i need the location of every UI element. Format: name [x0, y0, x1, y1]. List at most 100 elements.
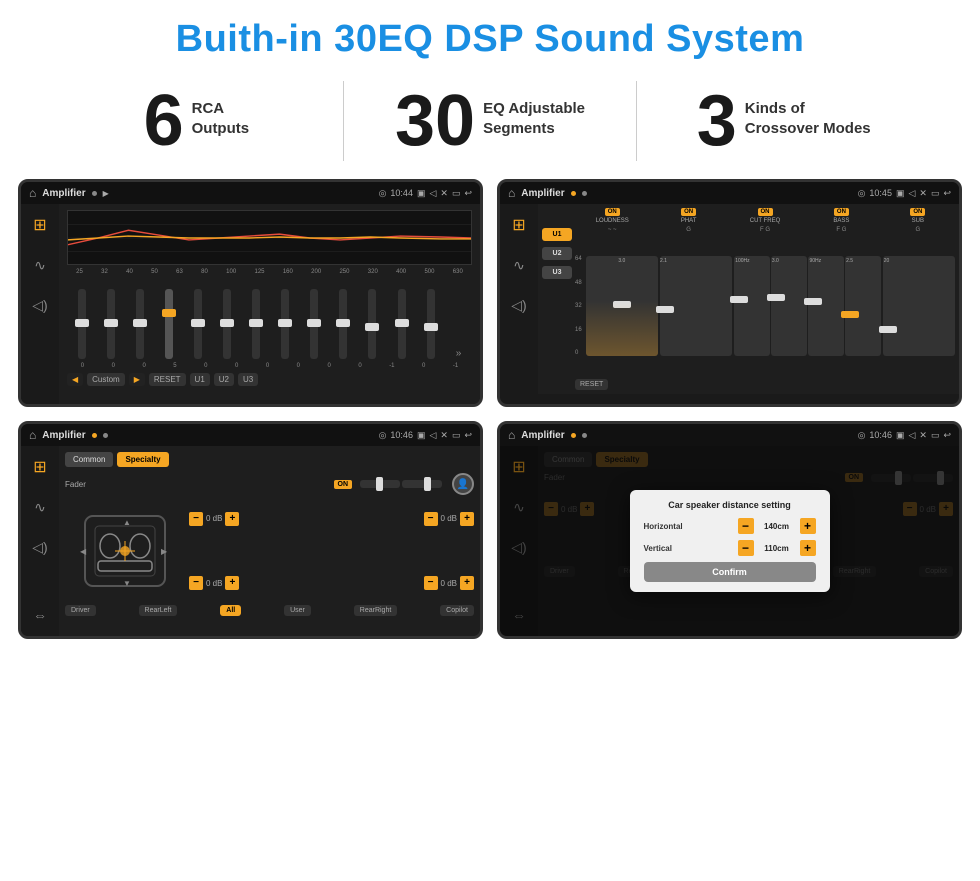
preset-u1-btn[interactable]: U1 [542, 228, 572, 241]
eq-slider-6[interactable] [223, 289, 231, 359]
vertical-value: 110cm [757, 544, 797, 553]
eq-speaker-icon[interactable]: ◁) [27, 292, 53, 318]
cutfreq-g-slider[interactable]: 3.0 [771, 256, 807, 356]
eq-slider-5[interactable] [194, 289, 202, 359]
cutfreq-channel: ON CUT FREQ F G [728, 208, 802, 233]
window-icon-4: ▭ [931, 430, 940, 441]
fader-time: 10:46 [390, 430, 413, 440]
fader-balance-icon[interactable]: ⇔ [27, 602, 53, 628]
speaker-distance-dialog: Car speaker distance setting Horizontal … [630, 490, 830, 592]
bass-name: BASS [833, 218, 849, 224]
fader-slider[interactable] [360, 480, 400, 488]
crossover-dot-orange [571, 191, 576, 196]
home-icon: ⌂ [29, 186, 36, 200]
fader-screen: ⌂ Amplifier ◎ 10:46 ▣ ◁ ✕ ▭ ↩ ⊞ [18, 421, 483, 639]
phat-on: ON [681, 208, 696, 216]
crossover-side-icons: ⊞ ∿ ◁) [500, 204, 538, 394]
eq-slider-11[interactable] [368, 289, 376, 359]
eq-next-btn[interactable]: ▶ [129, 373, 145, 386]
eq-slider-10[interactable] [339, 289, 347, 359]
channel-headers: ON LOUDNESS ~ ~ ON PHAT G ON [575, 208, 955, 233]
front-right-minus[interactable]: − [424, 512, 438, 526]
phat-slider[interactable]: 2.1 [660, 256, 732, 356]
svg-text:▼: ▼ [123, 579, 131, 588]
fader-slider-2[interactable] [402, 480, 442, 488]
crossover-reset-btn[interactable]: RESET [575, 379, 608, 390]
dialog-title: Car speaker distance setting [644, 500, 816, 510]
cutfreq-f-slider[interactable]: 100Hz [734, 256, 770, 356]
cutfreq-on: ON [758, 208, 773, 216]
eq-slider-1[interactable] [78, 289, 86, 359]
bass-channel: ON BASS F G [804, 208, 878, 233]
front-right-db: 0 dB [441, 514, 457, 523]
front-left-minus[interactable]: − [189, 512, 203, 526]
rear-left-plus[interactable]: + [225, 576, 239, 590]
eq-reset-btn[interactable]: RESET [149, 373, 186, 386]
fader-control-row: Fader ON 👤 [65, 473, 474, 495]
eq-slider-7[interactable] [252, 289, 260, 359]
crossover-tune-icon[interactable]: ⊞ [506, 212, 532, 238]
preset-u3-btn[interactable]: U3 [542, 266, 572, 279]
tab-common[interactable]: Common [65, 452, 113, 467]
eq-slider-4[interactable] [165, 289, 173, 359]
eq-prev-btn[interactable]: ◀ [67, 373, 83, 386]
eq-u2-btn[interactable]: U2 [214, 373, 234, 386]
fader-body: ⊞ ∿ ◁) ⇔ Common Specialty Fader ON [21, 446, 480, 636]
copilot-btn[interactable]: Copilot [440, 605, 474, 616]
confirm-button[interactable]: Confirm [644, 562, 816, 582]
eq-u1-btn[interactable]: U1 [190, 373, 210, 386]
vertical-control: − 110cm + [738, 540, 816, 556]
rear-right-btn[interactable]: RearRight [354, 605, 398, 616]
eq-slider-8[interactable] [281, 289, 289, 359]
eq-slider-3[interactable] [136, 289, 144, 359]
loudness-slider[interactable]: 3.0 [586, 256, 658, 356]
rear-right-minus[interactable]: − [424, 576, 438, 590]
stats-row: 6 RCA Outputs 30 EQ Adjustable Segments … [0, 71, 980, 179]
loudness-symbols: ~ ~ [608, 227, 617, 233]
vertical-minus-btn[interactable]: − [738, 540, 754, 556]
bass-g-slider[interactable]: 2.5 [845, 256, 881, 356]
front-left-plus[interactable]: + [225, 512, 239, 526]
eq-slider-9[interactable] [310, 289, 318, 359]
close-icon: ✕ [440, 188, 448, 199]
fader-tune-icon[interactable]: ⊞ [27, 454, 53, 480]
eq-tune-icon[interactable]: ⊞ [27, 212, 53, 238]
driver-btn[interactable]: Driver [65, 605, 96, 616]
eq-slider-2[interactable] [107, 289, 115, 359]
user-btn[interactable]: User [284, 605, 311, 616]
camera-icon-3: ▣ [417, 430, 426, 441]
rear-right-plus[interactable]: + [460, 576, 474, 590]
horizontal-plus-btn[interactable]: + [800, 518, 816, 534]
dialog-screen-title: Amplifier [521, 430, 564, 441]
person-icon: 👤 [457, 479, 469, 490]
crossover-content: U1 U2 U3 ON LOUDNESS ~ ~ [538, 204, 959, 394]
crossover-speaker-icon[interactable]: ◁) [506, 292, 532, 318]
rear-left-minus[interactable]: − [189, 576, 203, 590]
dialog-dot-2 [582, 433, 587, 438]
rear-left-btn[interactable]: RearLeft [139, 605, 178, 616]
front-right-plus[interactable]: + [460, 512, 474, 526]
horizontal-minus-btn[interactable]: − [738, 518, 754, 534]
tab-specialty[interactable]: Specialty [117, 452, 168, 467]
vertical-plus-btn[interactable]: + [800, 540, 816, 556]
eq-u3-btn[interactable]: U3 [238, 373, 258, 386]
cutfreq-labels: F G [760, 227, 770, 233]
eq-wave-icon[interactable]: ∿ [27, 252, 53, 278]
fader-speaker-icon[interactable]: ◁) [27, 534, 53, 560]
eq-status-dot [92, 191, 97, 196]
page-wrapper: Buith-in 30EQ DSP Sound System 6 RCA Out… [0, 0, 980, 881]
stat-number-rca: 6 [144, 85, 184, 157]
all-btn[interactable]: All [220, 605, 241, 616]
sub-slider[interactable]: 20 [883, 256, 955, 356]
eq-slider-13[interactable] [427, 289, 435, 359]
sub-name: SUB [912, 218, 924, 224]
bass-f-slider[interactable]: 90Hz [808, 256, 844, 356]
preset-u2-btn[interactable]: U2 [542, 247, 572, 260]
eq-expand-icon: » [456, 348, 462, 359]
fader-wave-icon[interactable]: ∿ [27, 494, 53, 520]
eq-slider-12[interactable] [398, 289, 406, 359]
eq-bottom-bar: ◀ Custom ▶ RESET U1 U2 U3 [67, 373, 472, 386]
eq-custom-btn[interactable]: Custom [87, 373, 125, 386]
crossover-wave-icon[interactable]: ∿ [506, 252, 532, 278]
cutfreq-sliders: 100Hz 3.0 [734, 256, 806, 356]
